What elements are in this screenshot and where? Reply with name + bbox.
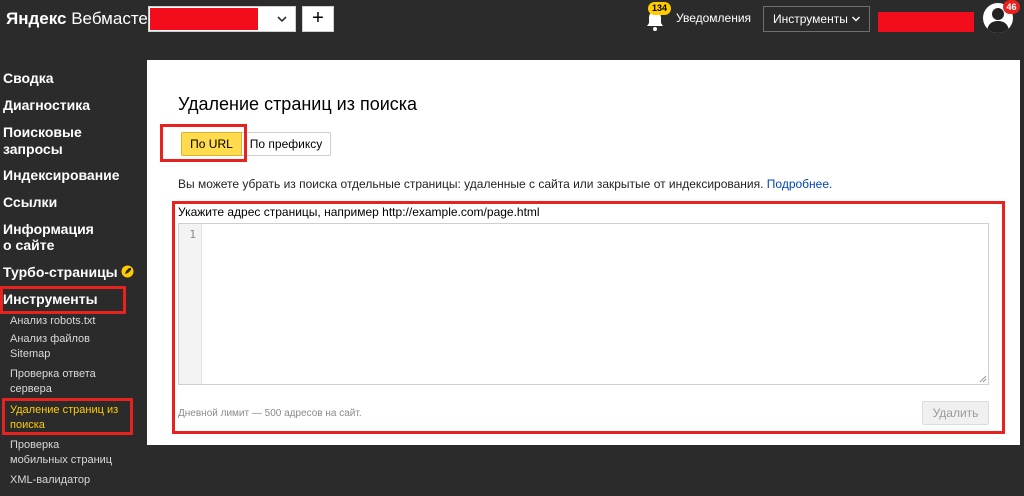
tools-dropdown[interactable]: Инструменты	[763, 6, 870, 32]
highlight-tools	[0, 286, 126, 314]
sidebar-subitem-sitemap-line2[interactable]: Sitemap	[10, 347, 50, 362]
page-title: Удаление страниц из поиска	[178, 94, 418, 114]
user-name-redacted[interactable]	[878, 12, 974, 32]
top-bar: Яндекс Вебмастер + 134 Уведомления Инстр…	[0, 0, 1024, 44]
more-link[interactable]: Подробнее.	[767, 177, 833, 191]
highlight-url-tab	[160, 124, 247, 162]
sidebar-subitem-robots[interactable]: Анализ robots.txt	[10, 314, 95, 329]
sidebar-item-search-queries-line2[interactable]: запросы	[3, 141, 63, 158]
avatar-badge: 46	[1003, 0, 1020, 14]
logo-brand: Яндекс	[6, 9, 67, 28]
tab-by-prefix[interactable]: По префиксу	[242, 132, 331, 156]
sidebar-item-diagnostics[interactable]: Диагностика	[3, 97, 90, 114]
tools-dropdown-label: Инструменты	[773, 12, 848, 26]
rocket-icon	[121, 265, 134, 278]
highlight-url-form	[172, 201, 1005, 434]
sidebar-item-indexing[interactable]: Индексирование	[3, 167, 120, 184]
sidebar-subitem-mobile-line2[interactable]: мобильных страниц	[10, 453, 112, 468]
sidebar-item-summary[interactable]: Сводка	[3, 70, 54, 87]
sidebar-item-site-info-line2[interactable]: о сайте	[3, 237, 54, 254]
sidebar-subitem-server-response[interactable]: Проверка ответа	[10, 367, 96, 382]
sidebar-item-search-queries[interactable]: Поисковые	[3, 124, 82, 141]
notifications-link[interactable]: Уведомления	[676, 11, 751, 25]
add-site-button[interactable]: +	[302, 6, 334, 32]
site-name-redacted	[150, 8, 258, 30]
description-text: Вы можете убрать из поиска отдельные стр…	[178, 177, 832, 191]
chevron-down-icon	[852, 16, 860, 22]
chevron-down-icon	[277, 16, 287, 23]
sidebar-subitem-xml-validator[interactable]: XML-валидатор	[10, 473, 90, 488]
sidebar-subitem-server-response-line2[interactable]: сервера	[10, 382, 52, 397]
notifications-badge: 134	[648, 2, 672, 15]
sidebar-item-turbo[interactable]: Турбо-страницы	[3, 264, 134, 281]
logo[interactable]: Яндекс Вебмастер	[6, 9, 157, 31]
sidebar-item-links[interactable]: Ссылки	[3, 194, 57, 211]
main-panel: Удаление страниц из поиска По URL По пре…	[147, 60, 1020, 445]
sidebar-item-turbo-label: Турбо-страницы	[3, 264, 118, 280]
sidebar-subitem-sitemap[interactable]: Анализ файлов	[10, 332, 90, 347]
logo-product: Вебмастер	[71, 9, 158, 28]
description: Вы можете убрать из поиска отдельные стр…	[178, 177, 764, 191]
sidebar-item-site-info[interactable]: Информация	[3, 221, 94, 238]
site-select[interactable]	[148, 6, 296, 32]
sidebar-subitem-mobile[interactable]: Проверка	[10, 438, 59, 453]
highlight-remove-pages	[2, 398, 133, 435]
